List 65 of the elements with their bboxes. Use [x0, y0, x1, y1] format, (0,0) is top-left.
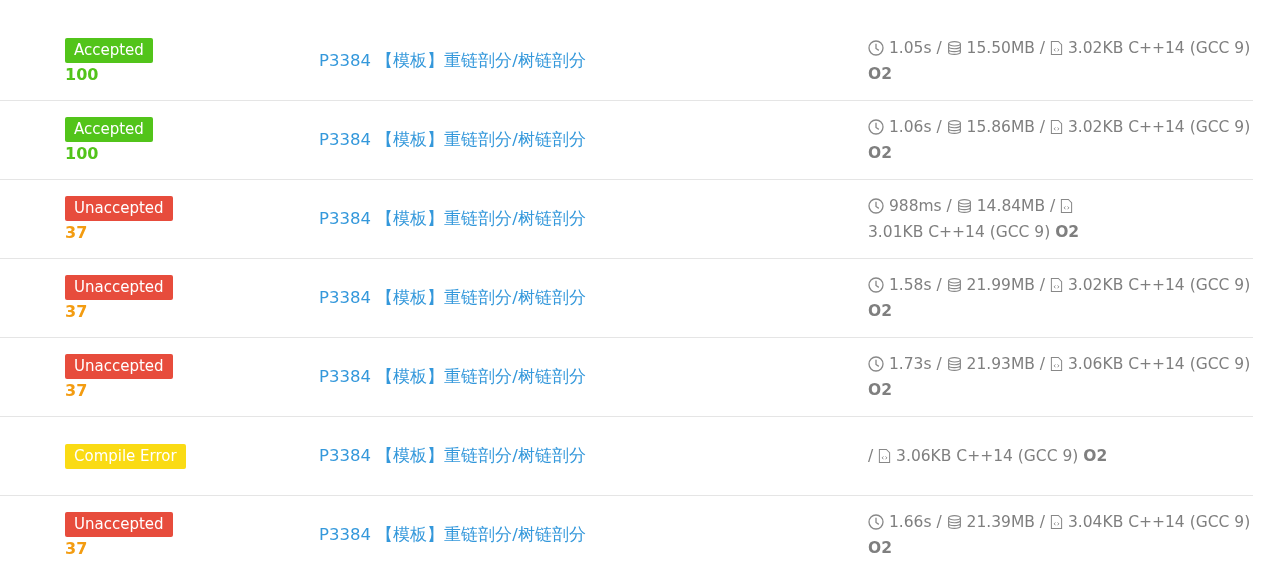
stat-text: 1.73s / — [888, 355, 942, 373]
stat-text: 3.06KB C++14 (GCC 9) — [1067, 355, 1251, 373]
clock-icon — [868, 40, 884, 56]
stat-text: / — [868, 447, 874, 465]
database-icon — [946, 356, 962, 372]
status-badge[interactable]: Unaccepted — [65, 511, 173, 537]
stat-text: 21.39MB / — [966, 513, 1046, 531]
stat-text: 14.84MB / — [976, 197, 1056, 215]
option-label: O2 — [868, 381, 892, 399]
status-badge[interactable]: Unaccepted — [65, 195, 173, 221]
option-label: O2 — [1083, 447, 1108, 465]
option-label: O2 — [868, 302, 892, 320]
status-badge[interactable]: Unaccepted — [65, 274, 173, 300]
database-icon — [946, 277, 962, 293]
stat-text: 1.58s / — [888, 276, 942, 294]
problem-link[interactable]: P3384 【模板】重链剖分/树链剖分 — [319, 209, 586, 228]
score: 100 — [65, 64, 99, 85]
stat-text: 1.05s / — [888, 39, 942, 57]
score: 37 — [65, 301, 88, 322]
status-badge[interactable]: Accepted — [65, 116, 153, 142]
stat-text: 3.04KB C++14 (GCC 9) — [1067, 513, 1251, 531]
clock-icon — [868, 198, 884, 214]
clock-icon — [868, 514, 884, 530]
stat-text: 988ms / — [888, 197, 952, 215]
stat-text: 3.01KB C++14 (GCC 9) — [868, 223, 1051, 241]
stat-text: 15.50MB / — [966, 39, 1046, 57]
clock-icon — [868, 356, 884, 372]
problem-link[interactable]: P3384 【模板】重链剖分/树链剖分 — [319, 51, 586, 70]
option-label: O2 — [868, 539, 892, 557]
score: 37 — [65, 380, 88, 401]
option-label: O2 — [868, 65, 892, 83]
code-file-icon — [1050, 356, 1064, 372]
problem-link[interactable]: P3384 【模板】重链剖分/树链剖分 — [319, 130, 586, 149]
database-icon — [946, 514, 962, 530]
database-icon — [946, 40, 962, 56]
clock-icon — [868, 119, 884, 135]
stat-text: 3.02KB C++14 (GCC 9) — [1067, 118, 1251, 136]
stat-text: 3.06KB C++14 (GCC 9) — [896, 447, 1079, 465]
code-file-icon — [1050, 514, 1064, 530]
stat-text: 1.66s / — [888, 513, 942, 531]
stat-text: 15.86MB / — [966, 118, 1046, 136]
database-icon — [946, 119, 962, 135]
code-file-icon — [1050, 40, 1064, 56]
option-label: O2 — [1055, 223, 1080, 241]
stat-text: 3.02KB C++14 (GCC 9) — [1067, 39, 1251, 57]
code-file-icon — [878, 448, 892, 464]
score: 37 — [65, 538, 88, 559]
stat-text: 21.93MB / — [966, 355, 1046, 373]
code-file-icon — [1060, 198, 1074, 214]
problem-link[interactable]: P3384 【模板】重链剖分/树链剖分 — [319, 446, 586, 465]
database-icon — [956, 198, 972, 214]
problem-link[interactable]: P3384 【模板】重链剖分/树链剖分 — [319, 525, 586, 544]
code-file-icon — [1050, 119, 1064, 135]
status-badge[interactable]: Unaccepted — [65, 353, 173, 379]
stat-text: 21.99MB / — [966, 276, 1046, 294]
problem-link[interactable]: P3384 【模板】重链剖分/树链剖分 — [319, 288, 586, 307]
stat-text: 1.06s / — [888, 118, 942, 136]
score: 100 — [65, 143, 99, 164]
code-file-icon — [1050, 277, 1064, 293]
option-label: O2 — [868, 144, 892, 162]
status-badge[interactable]: Accepted — [65, 37, 153, 63]
stat-text: 3.02KB C++14 (GCC 9) — [1067, 276, 1251, 294]
score: 37 — [65, 222, 88, 243]
problem-link[interactable]: P3384 【模板】重链剖分/树链剖分 — [319, 367, 586, 386]
clock-icon — [868, 277, 884, 293]
